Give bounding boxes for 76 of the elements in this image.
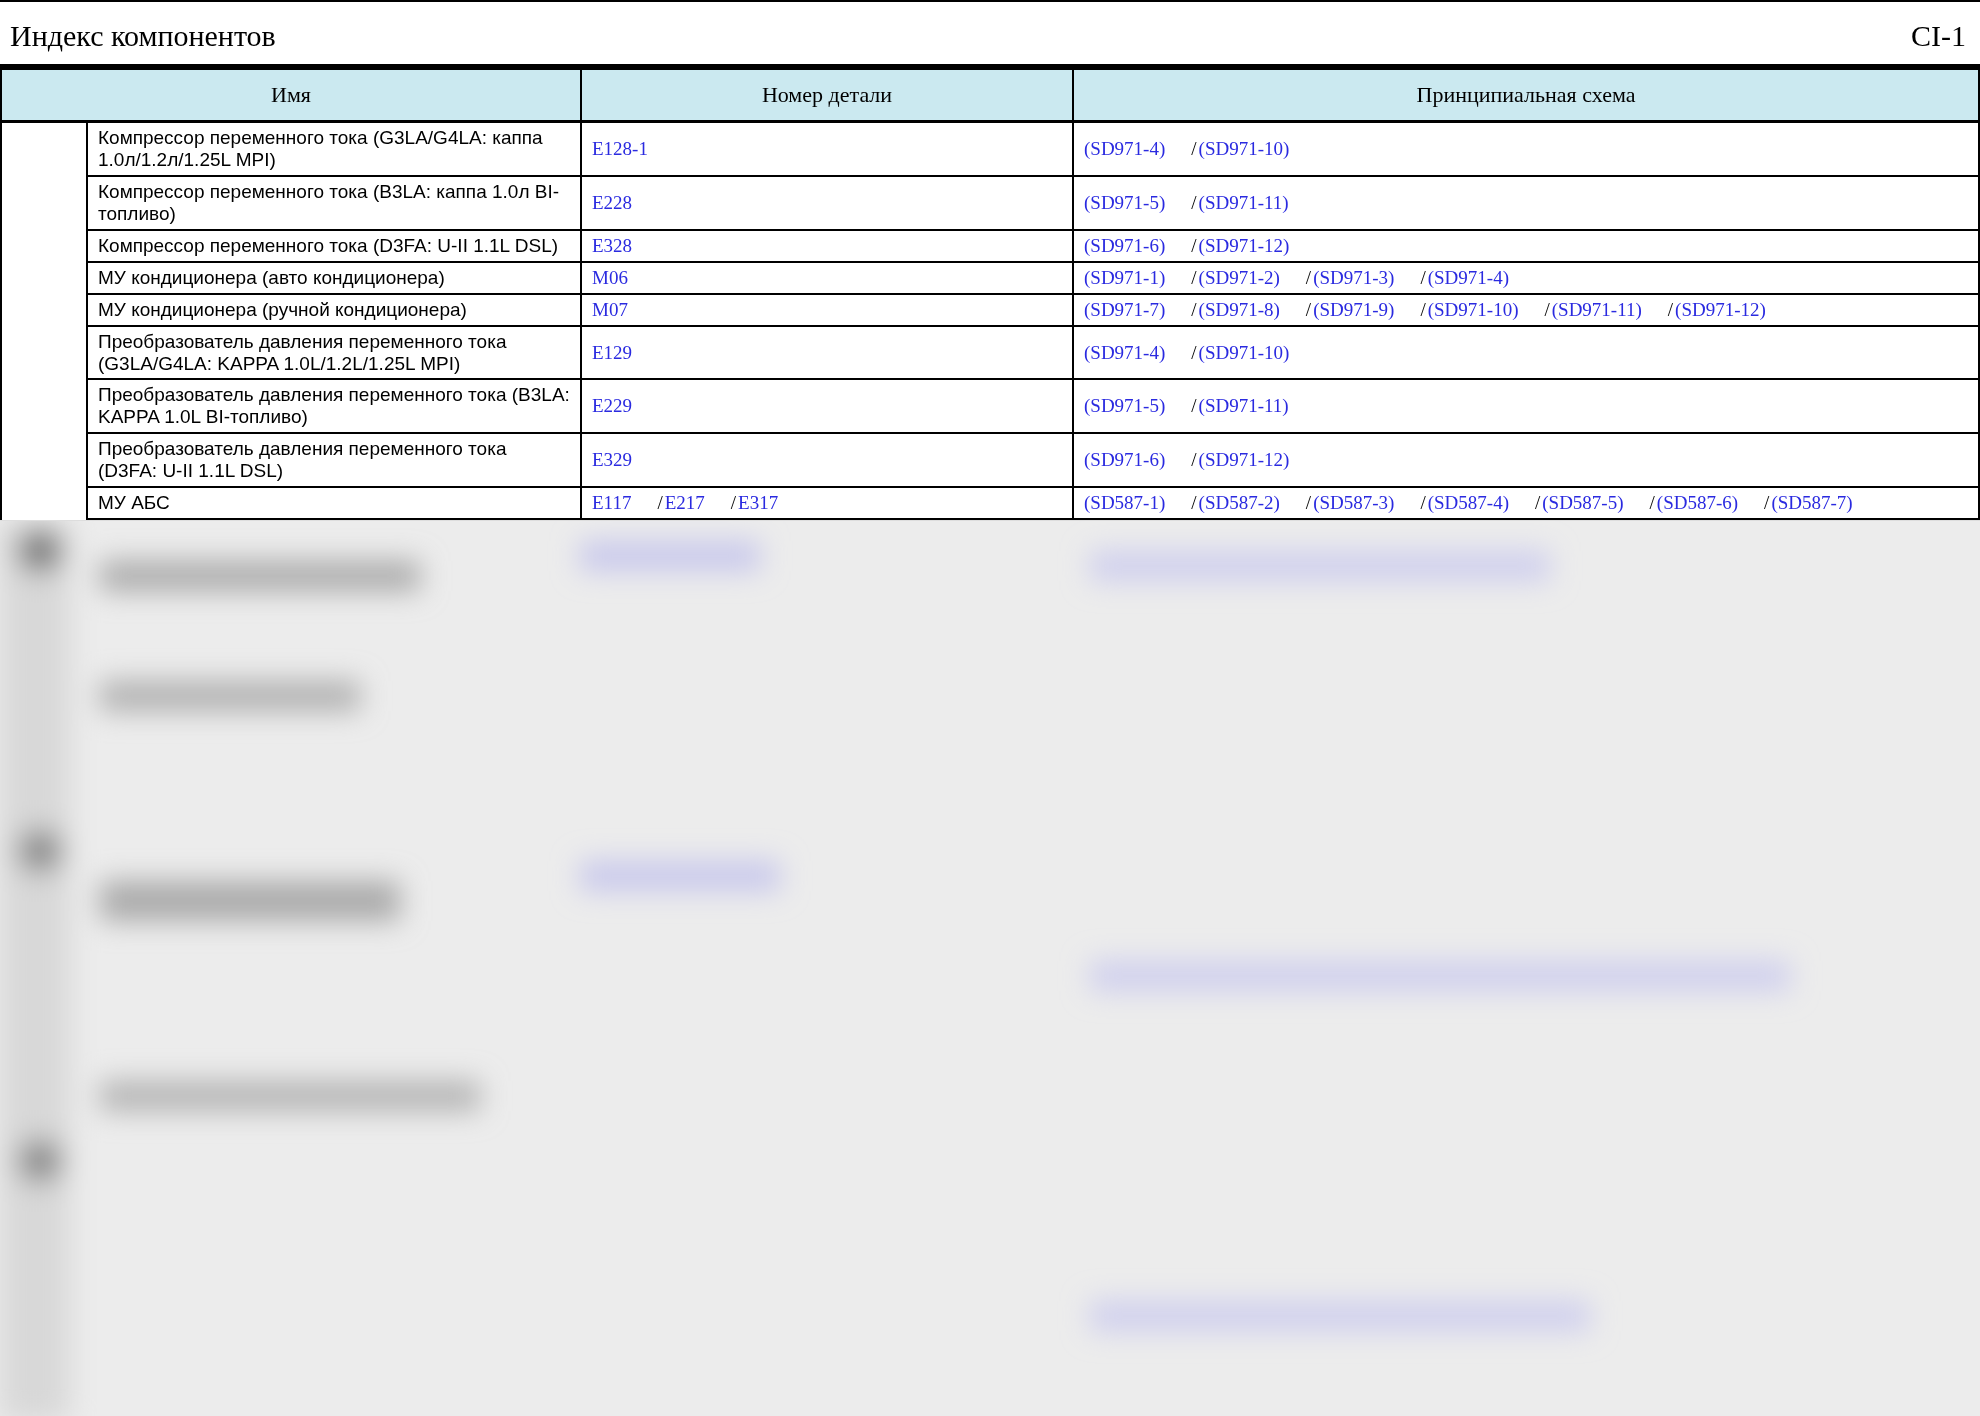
separator-slash: / [1534, 491, 1541, 514]
reference-link[interactable]: (SD971-12) [1675, 298, 1766, 321]
separator-slash: / [1191, 266, 1197, 289]
reference-link[interactable]: (SD971-11) [1198, 395, 1289, 418]
page-code: CI-1 [1911, 19, 1966, 53]
separator-slash: / [1191, 395, 1197, 418]
reference-link[interactable]: (SD587-7) [1771, 491, 1853, 514]
name-cell: Преобразователь давления переменного тока (G3LA/G4LA: KAPPA 1.0L/1.2L/1.25L MPI) [86, 326, 580, 381]
name-cell: Компрессор переменного тока (G3LA/G4LA: каппа 1.0л/1.2л/1.25L MPI) [86, 123, 580, 178]
separator-slash: / [1191, 138, 1197, 161]
page-title: Индекс компонентов [10, 19, 276, 53]
separator-slash: / [1191, 191, 1197, 214]
reference-link[interactable]: (SD971-6) [1084, 449, 1166, 471]
reference-link[interactable]: E229 [592, 395, 633, 418]
reference-link[interactable]: (SD587-1) [1084, 491, 1166, 514]
reference-link[interactable]: E217 [664, 491, 705, 514]
name-cell: Компрессор переменного тока (B3LA: каппа 1.0л BI-топливо) [86, 177, 580, 231]
separator-slash: / [1191, 298, 1197, 321]
separator-slash: / [1544, 298, 1550, 321]
reference-link[interactable]: (SD971-12) [1198, 234, 1290, 257]
column-header: Принципиальная схема [1072, 70, 1978, 124]
reference-link[interactable]: (SD971-7) [1084, 298, 1166, 321]
column-header: Имя [2, 70, 580, 124]
reference-link[interactable]: (SD971-9) [1313, 298, 1395, 321]
reference-link[interactable]: (SD971-10) [1198, 138, 1290, 161]
separator-slash: / [1420, 266, 1426, 289]
reference-link[interactable]: (SD971-4) [1084, 138, 1166, 161]
reference-link[interactable]: (SD971-3) [1313, 266, 1395, 289]
reference-link[interactable]: (SD971-6) [1084, 234, 1166, 257]
separator-slash: / [730, 491, 737, 514]
name-cell: МУ кондиционера (авто кондиционера) [86, 262, 580, 295]
reference-link[interactable]: E328 [592, 234, 633, 257]
reference-link[interactable]: (SD587-4) [1427, 491, 1509, 514]
reference-link[interactable]: M06 [592, 266, 628, 289]
reference-link[interactable]: (SD587-2) [1198, 491, 1280, 514]
reference-link[interactable]: E117 [592, 491, 632, 514]
reference-link[interactable]: (SD971-5) [1084, 191, 1166, 214]
reference-link[interactable]: (SD971-4) [1427, 266, 1509, 289]
reference-link[interactable]: E129 [592, 341, 633, 364]
name-cell: Компрессор переменного тока (D3FA: U-II 1.1L DSL) [86, 230, 580, 263]
reference-link[interactable]: (SD971-8) [1198, 298, 1280, 321]
reference-link[interactable]: (SD971-4) [1084, 341, 1166, 364]
separator-slash: / [1649, 491, 1655, 514]
reference-link[interactable]: (SD971-10) [1427, 298, 1519, 321]
separator-slash: / [1420, 491, 1426, 514]
separator-slash: / [1191, 234, 1197, 257]
separator-slash: / [1764, 491, 1770, 514]
name-cell: Преобразователь давления переменного тока (B3LA: KAPPA 1.0L BI-топливо) [86, 380, 580, 435]
reference-link[interactable]: (SD971-11) [1551, 298, 1642, 321]
reference-link[interactable]: E228 [592, 191, 633, 214]
reference-link[interactable]: E128-1 [592, 138, 648, 161]
reference-link[interactable]: (SD971-10) [1198, 341, 1290, 364]
name-cell: МУ кондиционера (ручной кондиционера) [86, 294, 580, 327]
separator-slash: / [1667, 298, 1674, 321]
separator-slash: / [1305, 298, 1312, 321]
separator-slash: / [1420, 298, 1426, 321]
reference-link[interactable]: (SD587-5) [1542, 491, 1624, 514]
reference-link[interactable]: (SD971-1) [1084, 266, 1166, 289]
separator-slash: / [1191, 341, 1197, 364]
separator-slash: / [1305, 491, 1312, 514]
separator-slash: / [1191, 449, 1197, 471]
separator-slash: / [657, 491, 663, 514]
column-header: Номер детали [580, 70, 1072, 124]
reference-link[interactable]: E317 [738, 491, 779, 514]
reference-link[interactable]: (SD587-6) [1656, 491, 1739, 514]
reference-link[interactable]: E329 [592, 449, 633, 471]
reference-link[interactable]: (SD971-11) [1198, 191, 1289, 214]
reference-link[interactable]: (SD971-12) [1198, 449, 1290, 471]
separator-slash: / [1191, 491, 1197, 514]
reference-link[interactable]: M07 [592, 298, 628, 321]
reference-link[interactable]: (SD587-3) [1313, 491, 1395, 514]
name-cell: Преобразователь давления переменного тока (D3FA: U-II 1.1L DSL) [86, 434, 580, 488]
reference-link[interactable]: (SD971-5) [1084, 395, 1166, 418]
separator-slash: / [1305, 266, 1312, 289]
reference-link[interactable]: (SD971-2) [1198, 266, 1280, 289]
name-cell: МУ АБС [86, 487, 580, 520]
